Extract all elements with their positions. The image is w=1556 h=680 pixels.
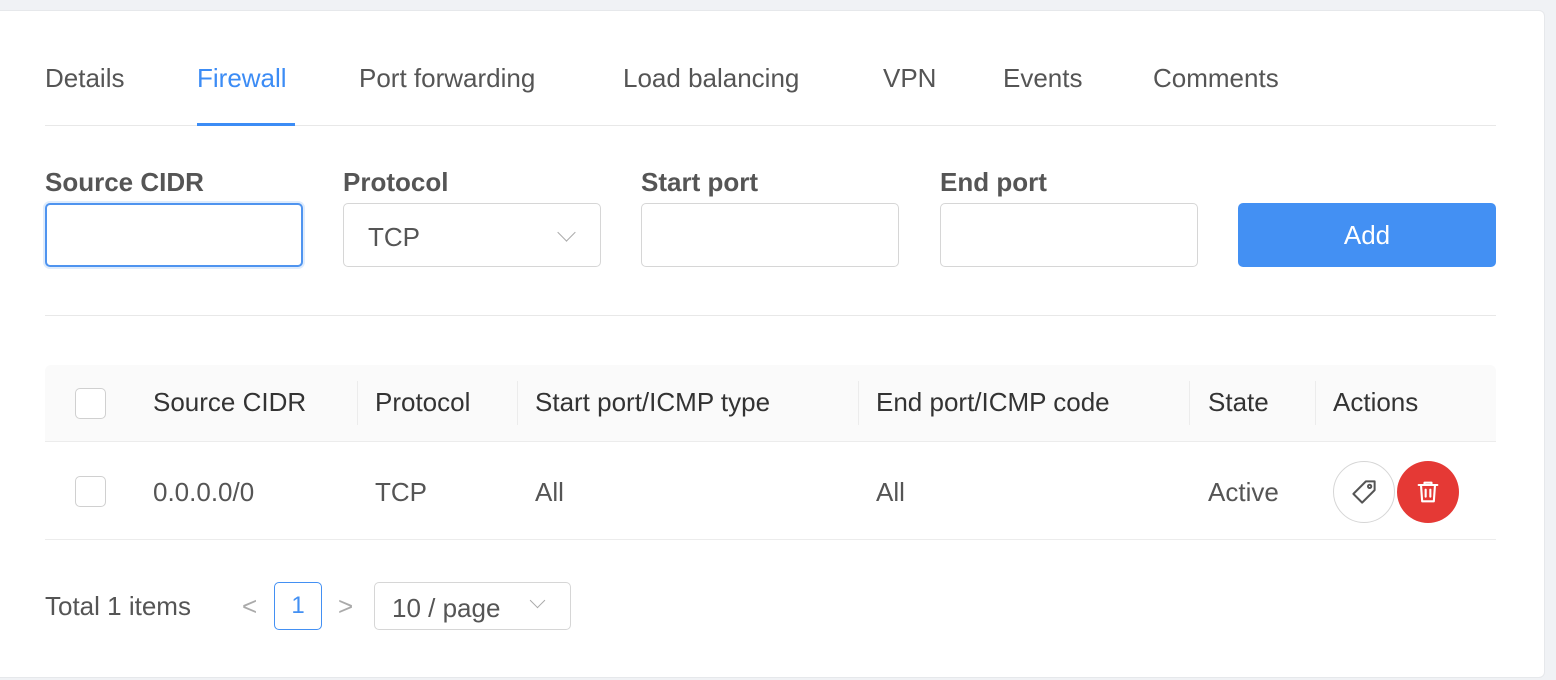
end-port-input[interactable] — [940, 203, 1198, 267]
protocol-select-value: TCP — [368, 222, 420, 252]
chevron-down-icon — [557, 223, 576, 242]
column-header-source-cidr: Source CIDR — [153, 387, 307, 417]
tab-details[interactable]: Details — [45, 63, 124, 94]
column-header-start-port: Start port/ICMP type — [535, 387, 771, 417]
page-size-value: 10 / page — [392, 593, 501, 623]
table-row: 0.0.0.0/0 TCP All All Active — [45, 442, 1496, 540]
source-cidr-input[interactable] — [45, 203, 303, 267]
cell-protocol: TCP — [375, 477, 427, 507]
page-size-select[interactable]: 10 / page — [374, 582, 571, 630]
trash-icon — [1417, 481, 1439, 503]
pagination-total: Total 1 items — [45, 591, 191, 621]
page-1-button[interactable]: 1 — [274, 582, 322, 630]
tab-events[interactable]: Events — [1003, 63, 1083, 94]
start-port-label: Start port — [641, 167, 758, 197]
section-divider — [45, 315, 1496, 316]
cell-end-port: All — [876, 477, 905, 507]
tab-port-forwarding[interactable]: Port forwarding — [359, 63, 535, 94]
row-checkbox[interactable] — [75, 476, 106, 507]
protocol-label: Protocol — [343, 167, 449, 197]
column-separator — [517, 381, 518, 425]
edit-tags-button[interactable] — [1333, 461, 1395, 523]
end-port-label: End port — [940, 167, 1047, 197]
chevron-down-icon — [529, 592, 546, 609]
column-header-actions: Actions — [1333, 387, 1419, 417]
cell-state: Active — [1208, 477, 1279, 507]
cell-source-cidr: 0.0.0.0/0 — [153, 477, 255, 507]
tab-vpn[interactable]: VPN — [883, 63, 936, 94]
tab-load-balancing[interactable]: Load balancing — [623, 63, 799, 94]
tab-firewall[interactable]: Firewall — [197, 63, 287, 94]
tag-icon — [1352, 480, 1376, 504]
table-header: Source CIDR Protocol Start port/ICMP typ… — [45, 365, 1496, 442]
next-page-button[interactable]: > — [338, 591, 353, 622]
select-all-checkbox[interactable] — [75, 388, 106, 419]
column-separator — [1189, 381, 1190, 425]
column-header-protocol: Protocol — [375, 387, 471, 417]
tab-comments[interactable]: Comments — [1153, 63, 1279, 94]
column-separator — [1315, 381, 1316, 425]
column-header-state: State — [1208, 387, 1269, 417]
delete-rule-button[interactable] — [1397, 461, 1459, 523]
active-tab-indicator — [197, 123, 295, 126]
column-separator — [858, 381, 859, 425]
prev-page-button[interactable]: < — [242, 591, 257, 622]
column-header-end-port: End port/ICMP code — [876, 387, 1110, 417]
add-button[interactable]: Add — [1238, 203, 1496, 267]
cell-start-port: All — [535, 477, 564, 507]
column-separator — [357, 381, 358, 425]
start-port-input[interactable] — [641, 203, 899, 267]
protocol-select[interactable]: TCP — [343, 203, 601, 267]
source-cidr-label: Source CIDR — [45, 167, 204, 197]
firewall-panel: Details Firewall Port forwarding Load ba… — [0, 10, 1545, 678]
tab-bar: Details Firewall Port forwarding Load ba… — [45, 11, 1496, 126]
